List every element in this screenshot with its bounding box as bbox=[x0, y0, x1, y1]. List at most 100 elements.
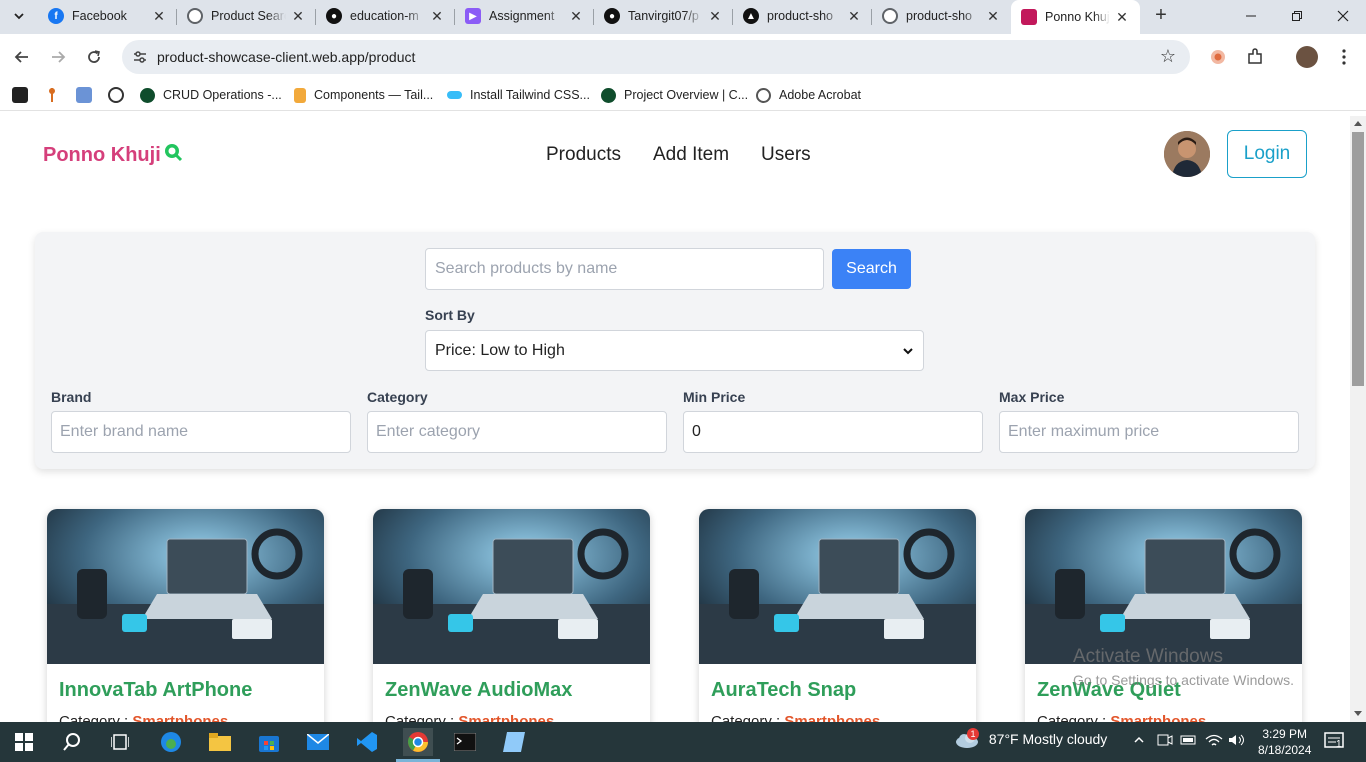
wifi-icon[interactable] bbox=[1205, 733, 1223, 750]
tab-ponno-khuji[interactable]: Ponno Khuji ✕ bbox=[1011, 0, 1140, 34]
address-bar[interactable]: product-showcase-client.web.app/product … bbox=[122, 40, 1190, 74]
weather-widget[interactable]: 1 87°F Mostly cloudy bbox=[955, 728, 1107, 749]
product-card[interactable]: AuraTech Snap Category : Smartphones bbox=[699, 509, 976, 722]
chevron-up-icon bbox=[1134, 736, 1144, 743]
page-scrollbar[interactable] bbox=[1350, 116, 1366, 722]
tab-education[interactable]: ● education-m ✕ bbox=[316, 0, 455, 32]
watermark-subtitle: Go to Settings to activate Windows. bbox=[1073, 672, 1294, 688]
product-card[interactable]: ZenWave Quiet Category : Smartphones bbox=[1025, 509, 1302, 722]
bookmark-translate-icon[interactable] bbox=[76, 87, 92, 103]
close-tab-icon[interactable]: ✕ bbox=[429, 8, 445, 24]
more-vert-icon bbox=[1342, 49, 1346, 65]
product-category: Category : Smartphones bbox=[1037, 713, 1207, 722]
product-card[interactable]: InnovaTab ArtPhone Category : Smartphone… bbox=[47, 509, 324, 722]
vscode-app[interactable] bbox=[353, 728, 381, 756]
back-button[interactable] bbox=[9, 44, 35, 70]
reload-button[interactable] bbox=[81, 44, 107, 70]
search-button[interactable]: Search bbox=[832, 249, 911, 289]
close-tab-icon[interactable]: ✕ bbox=[707, 8, 723, 24]
search-icon bbox=[63, 733, 80, 751]
terminal-app[interactable] bbox=[451, 728, 479, 756]
close-window-button[interactable] bbox=[1320, 0, 1366, 32]
notification-center[interactable]: 1 bbox=[1324, 732, 1344, 753]
scroll-up-arrow[interactable] bbox=[1354, 121, 1362, 126]
tab-search-button[interactable] bbox=[6, 4, 32, 28]
sort-selected-value: Price: Low to High bbox=[435, 341, 565, 359]
search-taskbar-button[interactable] bbox=[58, 728, 86, 756]
new-tab-button[interactable]: + bbox=[1150, 5, 1172, 27]
mail-app[interactable] bbox=[304, 728, 332, 756]
tailwind-person-icon bbox=[294, 87, 306, 103]
tab-facebook[interactable]: f Facebook ✕ bbox=[38, 0, 177, 32]
product-category: Category : Smartphones bbox=[711, 713, 881, 722]
brand-input[interactable]: Enter brand name bbox=[51, 411, 351, 453]
close-tab-icon[interactable]: ✕ bbox=[151, 8, 167, 24]
windows-logo-icon bbox=[15, 733, 33, 751]
close-tab-icon[interactable]: ✕ bbox=[290, 8, 306, 24]
close-tab-icon[interactable]: ✕ bbox=[985, 8, 1001, 24]
min-price-label: Min Price bbox=[683, 389, 746, 405]
tab-assignment[interactable]: ▶ Assignment ✕ bbox=[455, 0, 594, 32]
scroll-down-arrow[interactable] bbox=[1354, 711, 1362, 716]
tab-product-showcase-2[interactable]: product-sho ✕ bbox=[872, 0, 1011, 32]
product-title[interactable]: AuraTech Snap bbox=[711, 679, 856, 702]
tab-product-search[interactable]: Product Search ✕ bbox=[177, 0, 316, 32]
arrow-right-icon bbox=[52, 51, 66, 63]
bookmark-pin-icon[interactable] bbox=[44, 87, 60, 103]
min-price-input[interactable]: 0 bbox=[683, 411, 983, 453]
bookmark-project-overview[interactable]: Project Overview | C... bbox=[601, 86, 748, 104]
close-tab-icon[interactable]: ✕ bbox=[846, 8, 862, 24]
bookmark-star-icon[interactable]: ☆ bbox=[1160, 46, 1176, 67]
category-input[interactable]: Enter category bbox=[367, 411, 667, 453]
extensions-button[interactable] bbox=[1245, 47, 1265, 67]
product-title[interactable]: ZenWave AudioMax bbox=[385, 679, 572, 702]
sort-select[interactable]: Price: Low to High bbox=[425, 330, 924, 371]
brand-label: Brand bbox=[51, 389, 92, 405]
bookmark-app-icon[interactable] bbox=[12, 87, 28, 103]
bookmark-adobe-acrobat[interactable]: Adobe Acrobat bbox=[756, 86, 861, 104]
show-hidden-icons[interactable] bbox=[1133, 733, 1145, 749]
notepad-app[interactable] bbox=[500, 728, 528, 756]
tab-product-showcase-1[interactable]: ▲ product-sho ✕ bbox=[733, 0, 872, 32]
minimize-button[interactable] bbox=[1228, 0, 1274, 32]
login-button[interactable]: Login bbox=[1227, 130, 1307, 178]
chrome-app[interactable] bbox=[403, 728, 433, 756]
product-image bbox=[47, 509, 324, 664]
file-explorer-app[interactable] bbox=[206, 728, 234, 756]
start-button[interactable] bbox=[10, 728, 38, 756]
close-tab-icon[interactable]: ✕ bbox=[568, 8, 584, 24]
product-card[interactable]: ZenWave AudioMax Category : Smartphones bbox=[373, 509, 650, 722]
max-price-input[interactable]: Enter maximum price bbox=[999, 411, 1299, 453]
restore-button[interactable] bbox=[1274, 0, 1320, 32]
edge-app[interactable] bbox=[157, 728, 185, 756]
forward-button[interactable] bbox=[45, 44, 71, 70]
nav-users[interactable]: Users bbox=[761, 144, 811, 166]
chrome-menu-button[interactable] bbox=[1334, 47, 1354, 67]
search-input[interactable] bbox=[425, 248, 824, 290]
task-view-button[interactable] bbox=[106, 728, 134, 756]
store-icon bbox=[259, 736, 279, 752]
profile-avatar[interactable] bbox=[1296, 46, 1318, 68]
bookmark-components-tailwind[interactable]: Components — Tail... bbox=[294, 86, 433, 104]
system-clock[interactable]: 3:29 PM 8/18/2024 bbox=[1258, 726, 1311, 758]
max-price-label: Max Price bbox=[999, 389, 1065, 405]
bookmark-crud-operations[interactable]: CRUD Operations -... bbox=[140, 86, 282, 104]
product-title[interactable]: InnovaTab ArtPhone bbox=[59, 679, 252, 702]
close-tab-icon[interactable]: ✕ bbox=[1114, 9, 1130, 25]
nav-add-item[interactable]: Add Item bbox=[653, 144, 729, 166]
notification-count: 1 bbox=[1336, 739, 1342, 750]
site-logo[interactable]: Ponno Khuji bbox=[43, 143, 183, 167]
openai-icon[interactable] bbox=[108, 87, 124, 103]
site-info-icon[interactable] bbox=[132, 49, 148, 65]
battery-icon[interactable] bbox=[1180, 733, 1198, 750]
extension-icon[interactable] bbox=[1208, 47, 1228, 67]
bookmark-install-tailwind[interactable]: Install Tailwind CSS... bbox=[447, 86, 590, 104]
scrollbar-thumb[interactable] bbox=[1352, 132, 1364, 386]
tab-tanvirgit[interactable]: ● Tanvirgit07/p ✕ bbox=[594, 0, 733, 32]
volume-icon[interactable] bbox=[1228, 733, 1246, 750]
meet-now-icon[interactable] bbox=[1157, 733, 1173, 750]
user-avatar[interactable] bbox=[1164, 131, 1210, 177]
store-app[interactable] bbox=[255, 728, 283, 756]
tab-title: education-m bbox=[350, 9, 419, 23]
nav-products[interactable]: Products bbox=[546, 144, 621, 166]
